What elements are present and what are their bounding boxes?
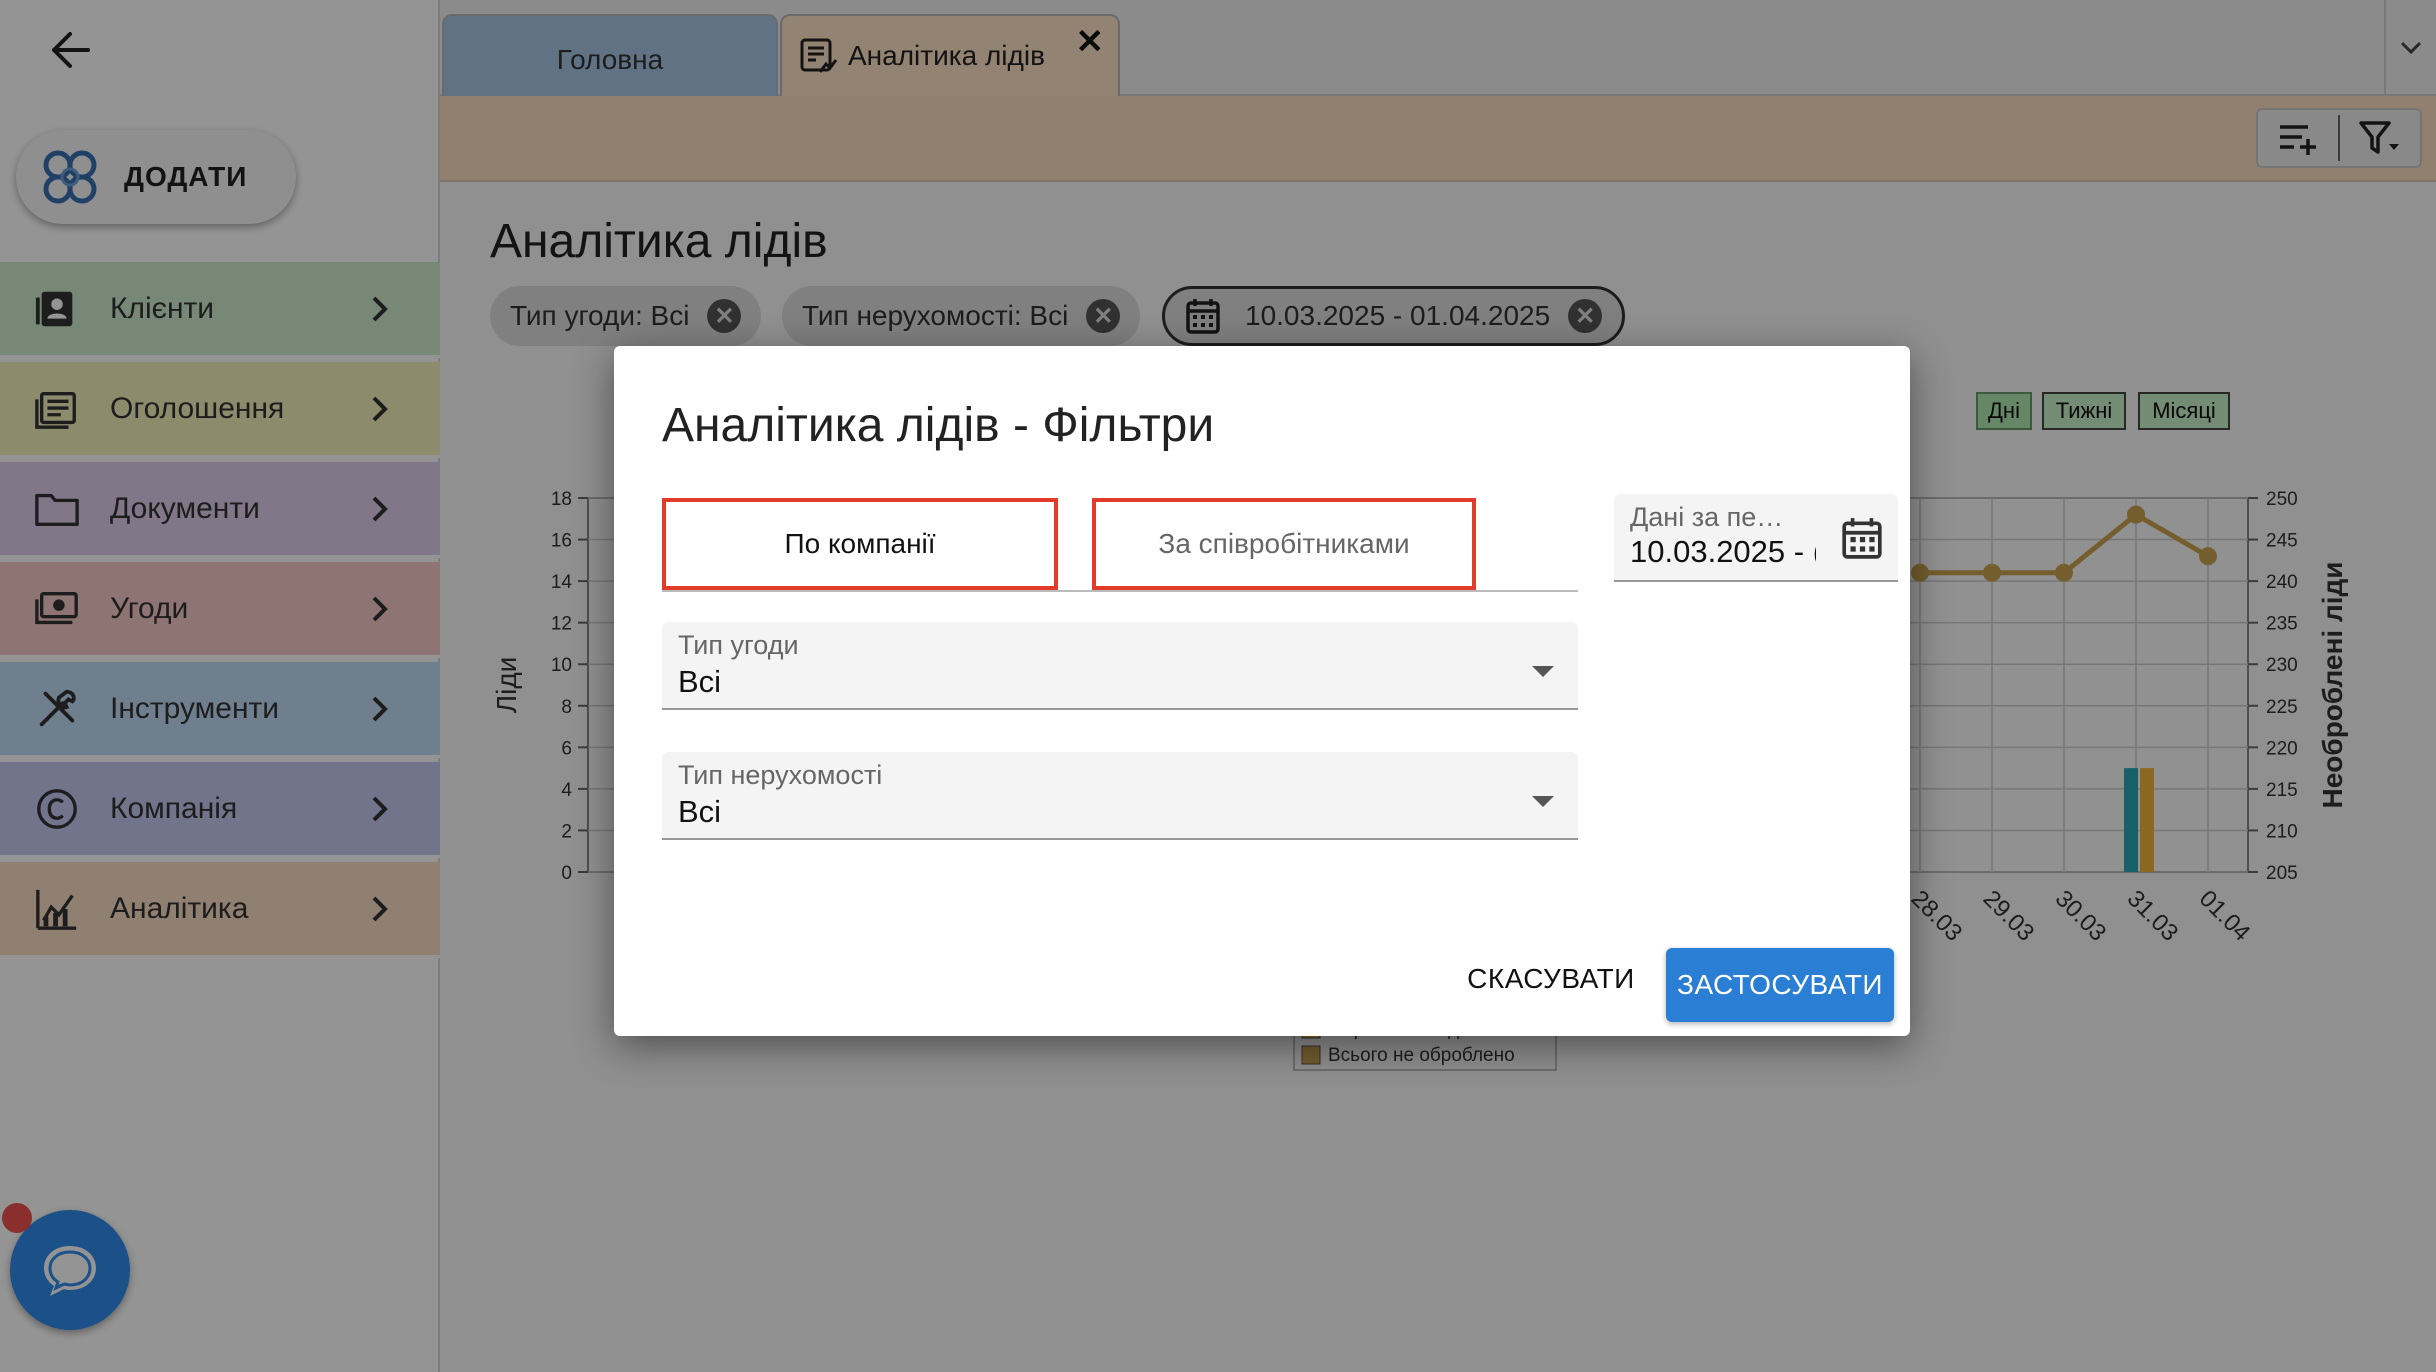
property-type-label: Тип нерухомості [678, 760, 883, 790]
calendar-icon[interactable] [1840, 516, 1884, 560]
deal-type-value: Всі [678, 664, 722, 699]
date-period-value: 10.03.2025 - ( [1630, 534, 1816, 569]
by-company-tab[interactable]: По компанії [662, 498, 1058, 590]
tab-underline [662, 590, 1578, 592]
cancel-button[interactable]: СКАСУВАТИ [1458, 942, 1644, 1016]
date-period-field[interactable]: Дані за пе… 10.03.2025 - ( [1614, 494, 1898, 582]
filters-dialog: Аналітика лідів - Фільтри По компанії За… [614, 346, 1910, 1036]
deal-type-label: Тип угоди [678, 630, 799, 660]
apply-button[interactable]: ЗАСТОСУВАТИ [1666, 948, 1894, 1022]
property-type-value: Всі [678, 794, 722, 829]
dropdown-arrow-icon [1532, 666, 1554, 677]
dropdown-arrow-icon [1532, 796, 1554, 807]
date-period-label: Дані за пе… [1630, 502, 1784, 532]
deal-type-select[interactable]: Тип угоди Всі [662, 622, 1578, 710]
by-employees-tab[interactable]: За співробітниками [1092, 498, 1476, 590]
dialog-title: Аналітика лідів - Фільтри [662, 399, 1215, 452]
property-type-select[interactable]: Тип нерухомості Всі [662, 752, 1578, 840]
